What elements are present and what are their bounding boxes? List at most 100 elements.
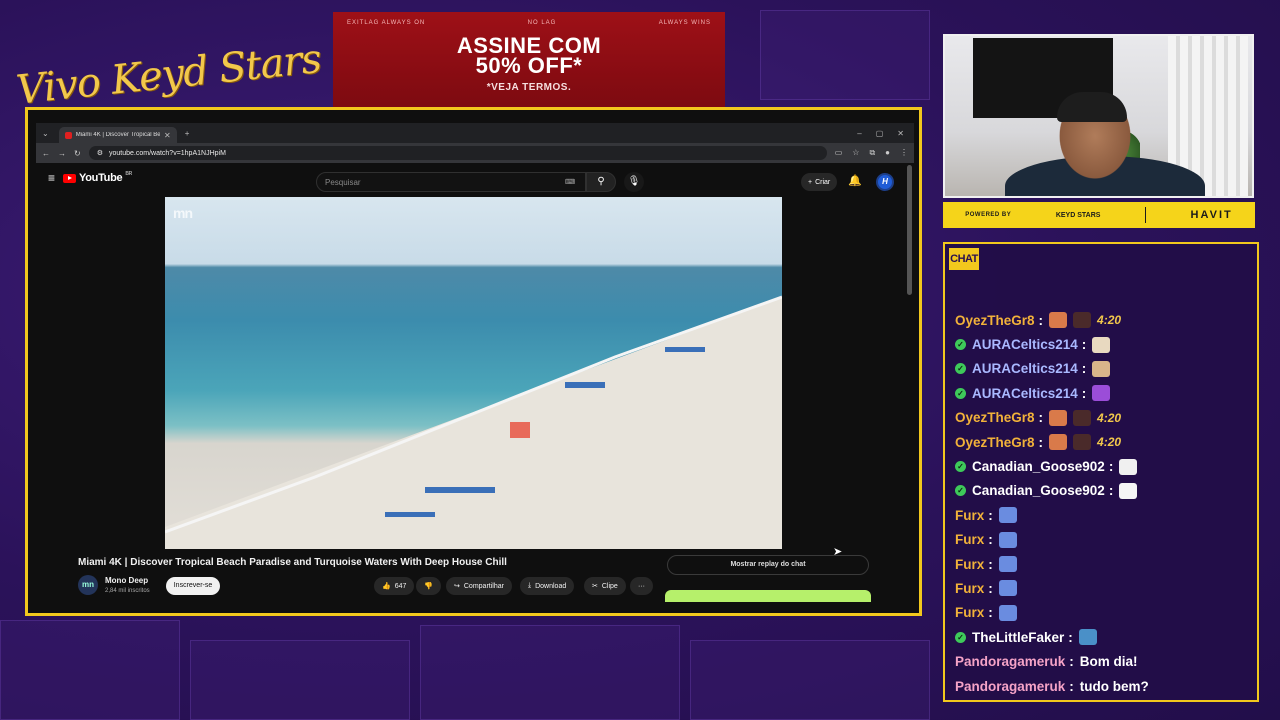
green-panel — [665, 590, 871, 602]
scissors-icon: ✂ — [592, 583, 598, 590]
page-scrollbar[interactable] — [907, 165, 912, 295]
beach-scene — [165, 295, 782, 549]
chat-message: ✓ Canadian_Goose902: — [955, 454, 1253, 478]
chat-username[interactable]: AURACeltics214 — [972, 337, 1078, 352]
create-button[interactable]: + Criar — [801, 173, 838, 191]
account-avatar[interactable]: H — [876, 173, 894, 191]
chat-username[interactable]: Pandoragameruk — [955, 679, 1065, 694]
chat-separator: : — [1081, 337, 1087, 353]
show-chat-replay-button[interactable]: Mostrar replay do chat — [667, 555, 869, 575]
address-bar: ← → ↻ ⚙ youtube.com/watch?v=1hpA1NJHpiM … — [36, 143, 914, 163]
chat-panel: CHAT OyezTheGr8:4:20 ✓ AURACeltics214: ✓ AUR… — [943, 242, 1259, 702]
chat-username[interactable]: TheLittleFaker — [972, 630, 1064, 645]
chat-username[interactable]: Furx — [955, 508, 984, 523]
close-tab-icon[interactable]: ✕ — [164, 131, 171, 140]
chat-message: Furx: — [955, 601, 1253, 625]
cast-icon[interactable]: ▭ — [835, 148, 843, 158]
emote-text: 4:20 — [1097, 313, 1122, 328]
forward-icon[interactable]: → — [58, 149, 66, 158]
address-bar-actions: ▭ ☆ ⧉ ● ⋮ — [835, 148, 908, 158]
more-actions-button[interactable]: ··· — [630, 577, 653, 595]
bookmark-star-icon[interactable]: ☆ — [852, 148, 859, 158]
chat-username[interactable]: OyezTheGr8 — [955, 313, 1035, 328]
chat-username[interactable]: Pandoragameruk — [955, 654, 1065, 669]
chat-username[interactable]: Canadian_Goose902 — [972, 459, 1105, 474]
chat-message: ✓ AURACeltics214: — [955, 381, 1253, 405]
chat-separator: : — [1069, 678, 1074, 694]
subscribe-button[interactable]: Inscrever-se — [166, 577, 220, 595]
beach-chairs — [385, 512, 435, 517]
chat-username[interactable]: Furx — [955, 557, 984, 572]
verified-badge-icon: ✓ — [955, 387, 966, 399]
maximize-icon[interactable]: ▢ — [876, 129, 884, 138]
chat-username[interactable]: OyezTheGr8 — [955, 410, 1035, 425]
channel-avatar[interactable]: mn — [78, 575, 98, 595]
lifeguard-tower — [510, 422, 530, 438]
emote-icon — [1092, 336, 1111, 353]
emote-icon — [1049, 434, 1068, 451]
ad-tag-left: EXITLAG ALWAYS ON — [347, 20, 426, 26]
site-info-icon[interactable]: ⚙ — [97, 149, 103, 157]
like-button[interactable]: 👍 647 — [374, 577, 415, 595]
chat-username[interactable]: Furx — [955, 581, 984, 596]
window-controls: – ▢ ✕ — [857, 129, 914, 138]
browser-tab[interactable]: Miami 4K | Discover Tropical Be ✕ — [58, 127, 177, 143]
search-input[interactable]: Pesquisar — [316, 172, 586, 192]
new-tab-icon[interactable]: + — [185, 129, 190, 138]
back-icon[interactable]: ← — [42, 149, 50, 158]
chat-message-text: Bom dia! — [1079, 654, 1138, 670]
chat-message: Pandoragameruk: Bom dia! — [955, 649, 1253, 673]
emote-icon — [998, 604, 1017, 621]
mouse-cursor-icon: ➤ — [833, 546, 843, 558]
ad-banner[interactable]: EXITLAG ALWAYS ON NO LAG ALWAYS WINS ASS… — [333, 12, 725, 110]
browser-window: ⌄ Miami 4K | Discover Tropical Be ✕ + – … — [36, 123, 914, 608]
notifications-bell-icon[interactable]: 🔔 — [848, 174, 862, 187]
hamburger-menu-icon[interactable]: ≡ — [48, 171, 55, 185]
browser-menu-icon[interactable]: ⋮ — [900, 148, 908, 158]
chat-username[interactable]: AURACeltics214 — [972, 386, 1078, 401]
chat-separator: : — [1038, 434, 1044, 450]
ad-terms: *VEJA TERMOS. — [486, 82, 572, 93]
ad-top-row: EXITLAG ALWAYS ON NO LAG ALWAYS WINS — [333, 12, 725, 26]
emote-icon — [998, 531, 1017, 548]
download-button[interactable]: ⤓ Download — [520, 577, 575, 595]
youtube-logo-text: YouTube — [79, 172, 123, 184]
minimize-icon[interactable]: – — [857, 129, 861, 138]
ad-tag-center: NO LAG — [527, 20, 557, 26]
extensions-icon[interactable]: ⧉ — [869, 148, 875, 158]
video-title: Miami 4K | Discover Tropical Beach Parad… — [78, 557, 507, 568]
close-window-icon[interactable]: ✕ — [897, 129, 904, 138]
havit-logo: HAVIT — [1190, 209, 1233, 221]
clip-button[interactable]: ✂ Clipe — [584, 577, 626, 595]
voice-search-button[interactable]: 🎙 — [624, 172, 644, 192]
chat-message: Furx: — [955, 576, 1253, 600]
youtube-logo[interactable]: YouTube BR — [63, 171, 132, 184]
tab-search-icon[interactable]: ⌄ — [42, 129, 49, 138]
chat-separator: : — [1038, 312, 1044, 328]
keyboard-icon[interactable]: ⌨ — [565, 178, 575, 186]
chat-message-list[interactable]: OyezTheGr8:4:20 ✓ AURACeltics214: ✓ AURACelt… — [955, 308, 1253, 698]
profile-icon[interactable]: ● — [885, 148, 890, 158]
share-button[interactable]: ↪ Compartilhar — [446, 577, 512, 595]
chat-message: OyezTheGr8: 4:20 — [955, 308, 1253, 332]
reload-icon[interactable]: ↻ — [74, 149, 81, 158]
youtube-play-icon — [63, 173, 77, 183]
chat-message: ✓ Canadian_Goose902: — [955, 479, 1253, 503]
chat-separator: : — [988, 580, 993, 596]
chat-message: ✓ TheLittleFaker: — [955, 625, 1253, 649]
dislike-button[interactable]: 👎 — [416, 577, 441, 595]
url-field[interactable]: ⚙ youtube.com/watch?v=1hpA1NJHpiM — [88, 146, 827, 160]
chat-username[interactable]: AURACeltics214 — [972, 361, 1078, 376]
chat-message: OyezTheGr8: 4:20 — [955, 406, 1253, 430]
chat-separator: : — [988, 507, 993, 523]
chat-username[interactable]: Furx — [955, 605, 984, 620]
background-tile — [0, 620, 180, 720]
chat-username[interactable]: OyezTheGr8 — [955, 435, 1035, 450]
chat-username[interactable]: Furx — [955, 532, 984, 547]
channel-name[interactable]: Mono Deep — [105, 576, 148, 585]
video-player[interactable]: mn — [165, 197, 782, 549]
chat-username[interactable]: Canadian_Goose902 — [972, 483, 1105, 498]
ad-headline: ASSINE COM 50% OFF* — [333, 35, 725, 77]
search-button[interactable]: ⚲ — [586, 172, 616, 192]
emote-icon — [998, 580, 1017, 597]
